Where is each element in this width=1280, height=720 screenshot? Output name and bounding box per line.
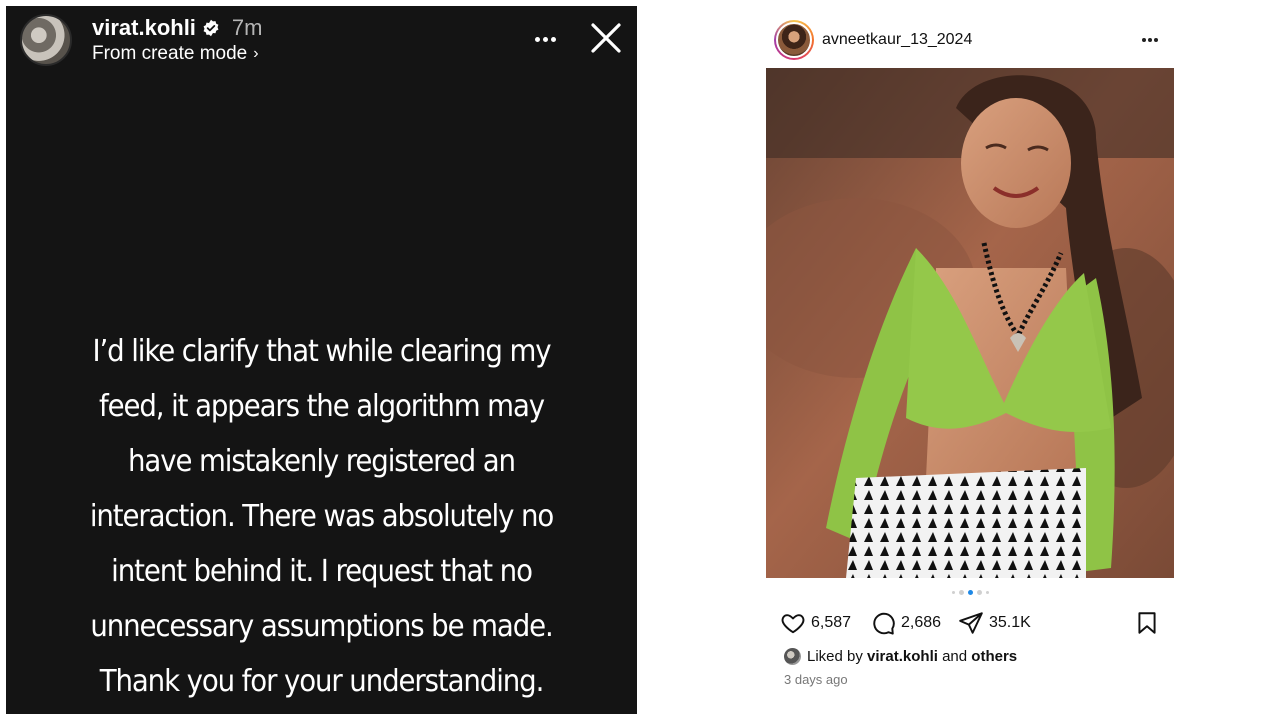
carousel-dot: [976, 589, 982, 595]
story-line: feed, it appears the algorithm may: [99, 389, 545, 424]
bookmark-icon: [1138, 612, 1156, 634]
instagram-post: avneetkaur_13_2024 6,587 2,686 35.1K Lik…: [766, 12, 1174, 702]
story-timestamp: 7m: [231, 15, 263, 40]
post-username[interactable]: avneetkaur_13_2024: [822, 31, 972, 49]
like-button[interactable]: 6,587: [780, 608, 851, 638]
liked-by-avatar: [784, 648, 801, 665]
liked-by-and: and: [942, 648, 968, 665]
liked-by-user[interactable]: virat.kohli: [867, 648, 938, 665]
comment-button[interactable]: 2,686: [870, 608, 941, 638]
story-line: unnecessary assumptions be made.: [90, 609, 553, 644]
chevron-right-icon: ›: [253, 45, 259, 62]
like-count[interactable]: 6,587: [811, 614, 851, 632]
carousel-dot: [951, 590, 955, 594]
story-line: interaction. There was absolutely no: [89, 499, 554, 534]
story-username[interactable]: virat.kohli: [92, 15, 196, 41]
save-button[interactable]: [1134, 608, 1160, 638]
heart-icon: [781, 614, 805, 634]
verified-badge-icon: [203, 19, 219, 37]
post-timestamp: 3 days ago: [784, 672, 848, 687]
close-icon[interactable]: [586, 18, 626, 58]
more-options-icon[interactable]: [528, 26, 562, 52]
story-statement: I’d like clarify that while clearing my …: [59, 324, 584, 709]
post-actions: 6,587 2,686 35.1K: [766, 608, 1174, 638]
story-username-row[interactable]: virat.kohli 7m: [92, 15, 262, 41]
carousel-dot-active: [967, 589, 973, 595]
story-avatar[interactable]: [20, 14, 72, 66]
story-subtitle-text[interactable]: From create mode: [92, 43, 247, 65]
carousel-dot: [958, 589, 964, 595]
post-photo[interactable]: [766, 68, 1174, 578]
post-avatar[interactable]: [774, 20, 814, 60]
comment-count[interactable]: 2,686: [901, 614, 941, 632]
story-line: have mistakenly registered an: [128, 444, 516, 479]
story-line: I’d like clarify that while clearing my: [92, 334, 551, 369]
send-icon: [959, 612, 983, 634]
story-subtitle[interactable]: From create mode ›: [92, 43, 259, 65]
story-header: virat.kohli 7m From create mode ›: [6, 6, 637, 72]
comment-icon: [873, 612, 895, 635]
liked-by[interactable]: Liked by virat.kohli and others: [784, 648, 1017, 665]
story-line: Thank you for your understanding.: [99, 664, 545, 699]
story-panel: virat.kohli 7m From create mode › I’d li…: [6, 6, 637, 714]
share-button[interactable]: 35.1K: [958, 608, 1031, 638]
liked-by-prefix: Liked by: [807, 648, 863, 665]
story-line: intent behind it. I request that no: [111, 554, 533, 589]
carousel-indicator: [766, 587, 1174, 597]
liked-by-others[interactable]: others: [971, 648, 1017, 665]
carousel-dot: [985, 590, 989, 594]
share-count[interactable]: 35.1K: [989, 614, 1031, 632]
more-options-icon[interactable]: [1138, 30, 1162, 50]
post-header: avneetkaur_13_2024: [766, 12, 1174, 68]
